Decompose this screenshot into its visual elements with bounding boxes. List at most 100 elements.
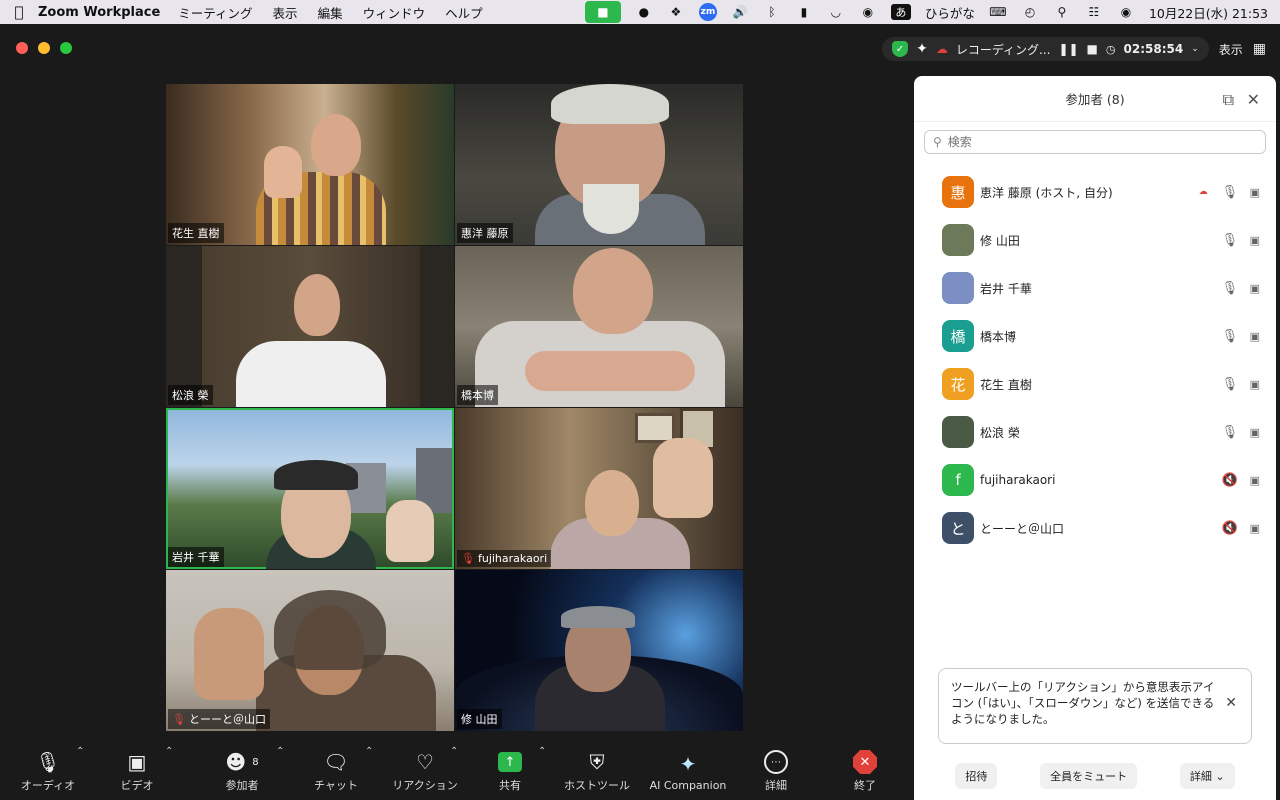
- tile-name-label: 花生 直樹: [168, 223, 224, 243]
- avatar: [942, 272, 974, 304]
- muted-mic-icon[interactable]: 🔇: [1222, 521, 1238, 536]
- participants-options-caret[interactable]: ⌃: [276, 746, 284, 757]
- zoom-video-status-icon[interactable]: ■: [584, 1, 621, 23]
- time-machine-icon[interactable]: ◴: [1021, 3, 1039, 21]
- video-camera-icon[interactable]: ▣: [1250, 378, 1260, 391]
- menu-meeting[interactable]: ミーティング: [178, 3, 252, 22]
- battery-icon[interactable]: ▮: [795, 3, 813, 21]
- participants-button[interactable]: ☻ 8 参加者: [218, 747, 266, 793]
- audio-options-caret[interactable]: ⌃: [76, 746, 84, 757]
- video-tile[interactable]: 松浪 榮: [166, 246, 454, 407]
- video-tile-active-speaker[interactable]: 岩井 千華: [166, 408, 454, 569]
- avatar: 橋: [942, 320, 974, 352]
- dropbox-icon[interactable]: ❖: [667, 3, 685, 21]
- user-icon[interactable]: ◉: [859, 3, 877, 21]
- end-meeting-button[interactable]: ✕ 終了: [850, 747, 880, 793]
- close-icon[interactable]: ✕: [1225, 695, 1237, 711]
- keyboard-icon[interactable]: ⌨: [989, 3, 1007, 21]
- close-icon[interactable]: ✕: [1247, 90, 1260, 109]
- stop-recording-icon[interactable]: ■: [1087, 42, 1098, 56]
- meeting-timer[interactable]: 02:58:54: [1124, 42, 1184, 56]
- chevron-down-icon[interactable]: ⌄: [1191, 44, 1199, 54]
- participant-row[interactable]: 橋橋本博 🎙 ▣: [914, 312, 1276, 360]
- popout-icon[interactable]: ⧉: [1223, 90, 1234, 110]
- host-tools-button[interactable]: ⛨ ホストツール: [562, 747, 632, 793]
- grid-view-icon[interactable]: ▦: [1253, 41, 1266, 57]
- video-camera-icon[interactable]: ▣: [1250, 426, 1260, 439]
- participant-name: 修 山田: [980, 233, 1020, 248]
- audio-button[interactable]: 🎙 オーディオ: [20, 747, 76, 793]
- microphone-icon: 🎙: [35, 750, 61, 774]
- video-camera-icon[interactable]: ▣: [1250, 234, 1260, 247]
- participant-row[interactable]: f fujiharakaori 🔇 ▣: [914, 456, 1276, 504]
- search-icon[interactable]: ⚲: [1053, 3, 1071, 21]
- microphone-icon[interactable]: 🎙: [1222, 329, 1239, 344]
- ime-icon[interactable]: あ: [890, 4, 911, 20]
- line-icon[interactable]: ●: [635, 3, 653, 21]
- siri-icon[interactable]: ◉: [1117, 3, 1135, 21]
- muted-mic-icon[interactable]: 🔇: [1222, 473, 1238, 488]
- video-button[interactable]: ▣ ビデオ: [114, 747, 160, 793]
- video-camera-icon[interactable]: ▣: [1250, 186, 1260, 199]
- video-tile[interactable]: 花生 直樹: [166, 84, 454, 245]
- fullscreen-window-button[interactable]: [60, 42, 72, 54]
- zoom-tray-icon[interactable]: zm: [698, 3, 717, 21]
- video-camera-icon[interactable]: ▣: [1250, 522, 1260, 535]
- video-options-caret[interactable]: ⌃: [165, 746, 173, 757]
- chat-button[interactable]: 🗨 チャット: [312, 747, 360, 793]
- microphone-icon[interactable]: 🎙: [1222, 425, 1239, 440]
- chat-options-caret[interactable]: ⌃: [365, 746, 373, 757]
- participant-row[interactable]: ととーーと＠山口 🔇 ▣: [914, 504, 1276, 552]
- video-tile[interactable]: 橋本博: [455, 246, 743, 407]
- menu-help[interactable]: ヘルプ: [445, 3, 483, 22]
- panel-more-button[interactable]: 詳細 ⌄: [1179, 763, 1235, 789]
- participant-row[interactable]: 惠恵洋 藤原 (ホスト, 自分) ☁ 🎙 ▣: [914, 168, 1276, 216]
- invite-button[interactable]: 招待: [955, 763, 998, 789]
- apple-icon[interactable]: : [0, 3, 38, 21]
- close-window-button[interactable]: [16, 42, 28, 54]
- video-camera-icon[interactable]: ▣: [1250, 474, 1260, 487]
- minimize-window-button[interactable]: [38, 42, 50, 54]
- participant-search-input[interactable]: [947, 135, 1248, 149]
- mute-all-button[interactable]: 全員をミュート: [1040, 763, 1138, 789]
- notice-text: ツールバー上の「リアクション」から意思表示アイコン (「はい」、「スローダウン」…: [951, 680, 1215, 726]
- encryption-shield-icon[interactable]: ✓: [892, 41, 909, 57]
- meeting-status-pill: ✓ ✦ ☁ レコーディング... ❚❚ ■ ◷ 02:58:54 ⌄: [882, 37, 1209, 61]
- participant-row[interactable]: 松浪 榮 🎙 ▣: [914, 408, 1276, 456]
- control-center-icon[interactable]: ☷: [1085, 3, 1103, 21]
- video-tile[interactable]: 🎙 とーーと＠山口: [166, 570, 454, 731]
- video-tile[interactable]: 修 山田: [455, 570, 743, 731]
- participants-panel: 参加者 (8) ⧉ ✕ ⚲ 惠恵洋 藤原 (ホスト, 自分)☁🎙▣修 山田🎙▣岩…: [914, 76, 1276, 800]
- participant-row[interactable]: 岩井 千華 🎙 ▣: [914, 264, 1276, 312]
- video-tile[interactable]: 🎙 fujiharakaori: [455, 408, 743, 569]
- video-camera-icon[interactable]: ▣: [1250, 282, 1260, 295]
- reactions-options-caret[interactable]: ⌃: [450, 746, 458, 757]
- ime-label[interactable]: ひらがな: [925, 3, 975, 22]
- share-options-caret[interactable]: ⌃: [538, 746, 546, 757]
- participant-row[interactable]: 花花生 直樹 🎙 ▣: [914, 360, 1276, 408]
- wifi-icon[interactable]: ◡: [827, 3, 845, 21]
- ai-sparkle-icon[interactable]: ✦: [916, 41, 928, 57]
- menubar-clock[interactable]: 10月22日(水) 21:53: [1149, 3, 1268, 22]
- tile-name-label: 岩井 千華: [168, 547, 224, 567]
- ai-companion-button[interactable]: ✦ AI Companion: [646, 749, 730, 792]
- recording-label[interactable]: レコーディング...: [956, 41, 1051, 58]
- microphone-icon[interactable]: 🎙: [1222, 377, 1239, 392]
- microphone-icon[interactable]: 🎙: [1222, 233, 1239, 248]
- bluetooth-icon[interactable]: ᛒ: [763, 3, 781, 21]
- video-camera-icon: ▣: [127, 750, 147, 774]
- view-label[interactable]: 表示: [1219, 41, 1243, 58]
- video-camera-icon[interactable]: ▣: [1250, 330, 1260, 343]
- share-button[interactable]: ↑ 共有: [492, 747, 528, 793]
- microphone-icon[interactable]: 🎙: [1222, 281, 1239, 296]
- app-menu[interactable]: Zoom Workplace: [38, 5, 160, 20]
- volume-icon[interactable]: 🔊: [731, 3, 749, 21]
- participant-row[interactable]: 修 山田 🎙 ▣: [914, 216, 1276, 264]
- pause-recording-icon[interactable]: ❚❚: [1058, 42, 1078, 56]
- video-tile[interactable]: 惠洋 藤原: [455, 84, 743, 245]
- more-button[interactable]: ⋯ 詳細: [760, 747, 792, 793]
- menu-view[interactable]: 表示: [273, 3, 298, 22]
- menu-window[interactable]: ウィンドウ: [363, 3, 426, 22]
- microphone-icon[interactable]: 🎙: [1222, 185, 1239, 200]
- menu-edit[interactable]: 編集: [318, 3, 343, 22]
